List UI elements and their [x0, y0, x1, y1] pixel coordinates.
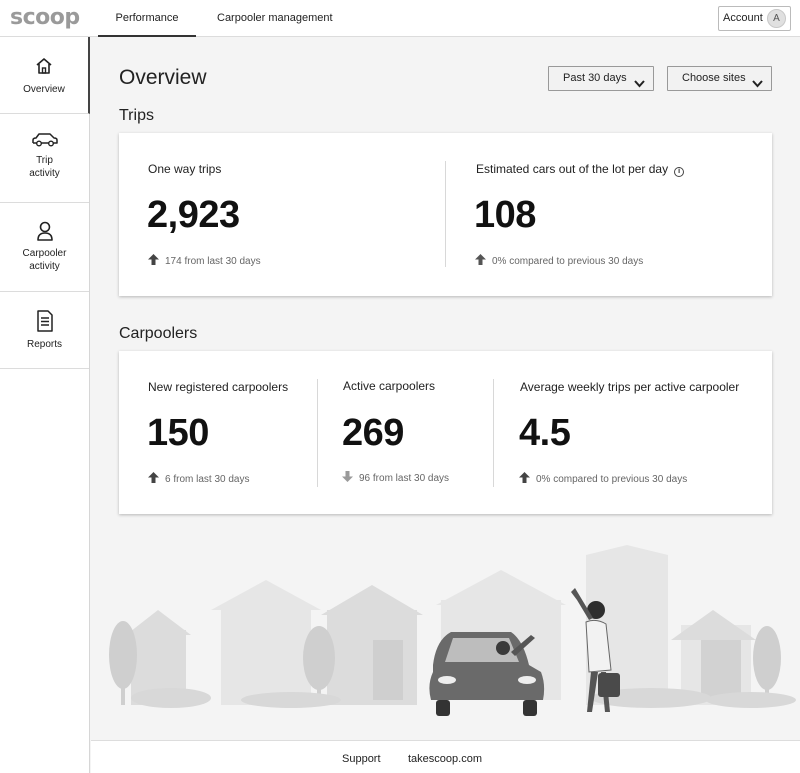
metric-value: 150	[147, 412, 209, 454]
tab-performance[interactable]: Performance	[98, 0, 196, 37]
sidebar-item-label: Overview	[23, 84, 65, 95]
metric-change-text: 96 from last 30 days	[359, 473, 450, 484]
metric-label: Average weekly trips per active carpoole…	[520, 380, 740, 394]
arrow-up-icon	[148, 254, 159, 268]
carpoolers-section-title: Carpoolers	[119, 325, 198, 342]
takescoop-link[interactable]: takescoop.com	[408, 753, 482, 765]
car	[429, 632, 545, 716]
sidebar-item-overview[interactable]: Overview	[0, 37, 90, 114]
car-icon	[0, 131, 89, 149]
arrow-up-icon	[475, 254, 486, 268]
avatar: A	[767, 9, 786, 28]
metric-divider	[445, 161, 446, 267]
metric-value: 108	[474, 194, 536, 236]
chevron-down-icon	[634, 74, 645, 97]
choose-sites-dropdown[interactable]: Choose sites	[667, 66, 772, 91]
metric-value: 2,923	[147, 194, 240, 236]
sidebar: Overview Trip activity Carpooler activit…	[0, 37, 90, 773]
sidebar-item-label: Trip activity	[29, 155, 60, 179]
metric-label: New registered carpoolers	[148, 380, 289, 394]
choose-sites-label: Choose sites	[682, 72, 746, 84]
metric-change: 174 from last 30 days	[148, 254, 261, 268]
person-icon	[0, 220, 89, 242]
sidebar-item-label: Reports	[26, 339, 62, 350]
metric-change-text: 0% compared to previous 30 days	[492, 256, 644, 267]
metric-change: 6 from last 30 days	[148, 472, 249, 486]
metric-label: One way trips	[148, 162, 222, 176]
carpoolers-card: New registered carpoolers 150 6 from las…	[119, 351, 772, 514]
metric-value: 4.5	[519, 412, 571, 454]
arrow-up-icon	[519, 472, 530, 486]
neighborhood-illustration	[91, 540, 800, 740]
footer: Support takescoop.com	[91, 740, 800, 773]
metric-label: Active carpoolers	[343, 379, 436, 393]
account-button[interactable]: Account A	[718, 6, 791, 31]
sidebar-item-reports[interactable]: Reports	[0, 292, 89, 369]
account-label: Account	[723, 12, 763, 24]
top-bar: scoop Performance Carpooler management A…	[0, 0, 800, 37]
trips-section-title: Trips	[119, 107, 154, 124]
metric-change-text: 0% compared to previous 30 days	[536, 474, 688, 485]
arrow-down-icon	[342, 471, 353, 485]
sidebar-item-carpooler-activity[interactable]: Carpooler activity	[0, 203, 89, 292]
metric-divider	[493, 379, 494, 487]
metric-change: 0% compared to previous 30 days	[475, 254, 643, 268]
metric-label: Estimated cars out of the lot per day i	[476, 162, 685, 177]
metric-label-text: Estimated cars out of the lot per day	[476, 162, 669, 176]
sidebar-item-label: Carpooler activity	[22, 248, 67, 272]
page-title: Overview	[119, 66, 207, 89]
document-icon	[0, 310, 89, 332]
metric-change-text: 6 from last 30 days	[165, 474, 250, 485]
arrow-up-icon	[148, 472, 159, 486]
sidebar-item-trip-activity[interactable]: Trip activity	[0, 114, 89, 203]
metric-change-text: 174 from last 30 days	[165, 256, 261, 267]
tab-carpooler-management[interactable]: Carpooler management	[217, 0, 333, 37]
date-range-dropdown[interactable]: Past 30 days	[548, 66, 654, 91]
home-icon	[0, 56, 88, 76]
support-link[interactable]: Support	[342, 753, 381, 765]
date-range-label: Past 30 days	[563, 72, 627, 84]
metric-change: 0% compared to previous 30 days	[519, 472, 687, 486]
scoop-logo[interactable]: scoop	[10, 5, 80, 30]
trips-card: One way trips 2,923 174 from last 30 day…	[119, 133, 772, 296]
metric-change: 96 from last 30 days	[342, 471, 449, 485]
info-icon[interactable]: i	[674, 167, 685, 177]
metric-value: 269	[342, 412, 404, 454]
metric-divider	[317, 379, 318, 487]
chevron-down-icon	[752, 74, 763, 97]
